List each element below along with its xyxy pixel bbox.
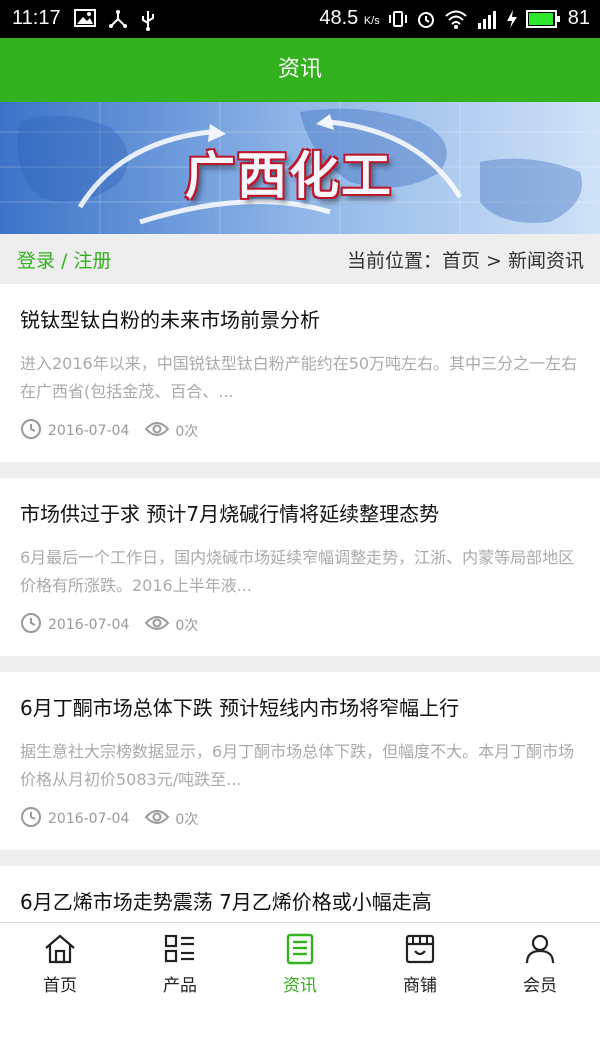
grid-list-icon <box>163 933 197 965</box>
tab-member[interactable]: 会员 <box>480 923 600 1001</box>
article-views: 0次 <box>175 812 199 828</box>
clock-icon <box>20 418 42 444</box>
image-icon <box>74 9 96 31</box>
page-title: 资讯 <box>0 38 600 102</box>
bottom-tab-bar: 首页 产品 资讯 商铺 会员 <box>0 922 600 1001</box>
breadcrumb-prefix: 当前位置： <box>346 250 442 272</box>
breadcrumb-current: 新闻资讯 <box>507 250 584 272</box>
article-card[interactable]: 锐钛型钛白粉的未来市场前景分析 进入2016年以来，中国锐钛型钛白粉产能约在50… <box>0 284 600 462</box>
article-title: 6月乙烯市场走势震荡 7月乙烯价格或小幅走高 <box>20 890 432 914</box>
battery-icon <box>525 9 560 28</box>
breadcrumb-arrow: > <box>479 250 508 272</box>
tab-news-label: 资讯 <box>283 976 317 996</box>
alarm-icon <box>416 9 436 29</box>
article-summary: 6月最后一个工作日，国内烧碱市场延续窄幅调整走势，江浙、内蒙等局部地区价格有所涨… <box>20 548 575 595</box>
article-date: 2016-07-04 <box>48 811 130 827</box>
article-summary: 进入2016年以来，中国锐钛型钛白粉产能约在50万吨左右。其中三分之一左右在广西… <box>20 354 578 401</box>
article-date: 2016-07-04 <box>48 617 130 633</box>
tab-products-label: 产品 <box>163 976 197 996</box>
person-icon <box>523 933 557 965</box>
wifi-icon <box>444 9 468 29</box>
tab-home-label: 首页 <box>43 976 77 996</box>
status-bar: 11:17 48.5 K/s 81 <box>0 0 600 38</box>
usb-icon <box>140 9 156 31</box>
tab-news[interactable]: 资讯 <box>240 923 360 1001</box>
login-link[interactable]: 登录 <box>17 250 55 272</box>
eye-icon <box>145 614 170 636</box>
net-speed: 48.5 <box>319 7 359 29</box>
tab-shop[interactable]: 商铺 <box>360 923 480 1001</box>
breadcrumb-home-link[interactable]: 首页 <box>442 250 480 272</box>
article-views: 0次 <box>175 618 199 634</box>
article-summary: 据生意社大宗榜数据显示，6月丁酮市场总体下跌，但幅度不大。本月丁酮市场价格从月初… <box>20 742 575 789</box>
register-link[interactable]: 注册 <box>74 250 112 272</box>
signal-icon <box>476 9 498 29</box>
article-date: 2016-07-04 <box>48 423 130 439</box>
tab-member-label: 会员 <box>523 976 557 996</box>
clock-icon <box>20 612 42 638</box>
tab-products[interactable]: 产品 <box>120 923 240 1001</box>
net-unit: K/s <box>363 15 380 27</box>
article-title: 锐钛型钛白粉的未来市场前景分析 <box>20 308 320 332</box>
article-title: 6月丁酮市场总体下跌 预计短线内市场将窄幅上行 <box>20 696 460 720</box>
battery-level: 81 <box>567 7 590 29</box>
shop-icon <box>403 933 437 965</box>
eye-icon <box>145 808 170 830</box>
location-bar: 登录 / 注册 当前位置：首页 > 新闻资讯 <box>0 234 600 282</box>
status-time: 11:17 <box>12 7 61 29</box>
breadcrumb: 当前位置：首页 > 新闻资讯 <box>347 246 584 273</box>
tab-home[interactable]: 首页 <box>0 923 120 1001</box>
eye-icon <box>145 420 170 442</box>
tab-shop-label: 商铺 <box>403 976 437 996</box>
article-card[interactable]: 6月丁酮市场总体下跌 预计短线内市场将窄幅上行 据生意社大宗榜数据显示，6月丁酮… <box>0 672 600 850</box>
login-separator: / <box>55 250 74 272</box>
charging-icon <box>506 9 518 29</box>
vibrate-icon <box>388 9 408 29</box>
home-icon <box>43 933 77 965</box>
banner[interactable]: 广西化工 <box>0 102 600 234</box>
clock-icon <box>20 806 42 832</box>
article-card[interactable]: 市场供过于求 预计7月烧碱行情将延续整理态势 6月最后一个工作日，国内烧碱市场延… <box>0 478 600 656</box>
banner-title: 广西化工 <box>185 146 393 205</box>
news-icon <box>283 933 317 965</box>
article-title: 市场供过于求 预计7月烧碱行情将延续整理态势 <box>20 502 440 526</box>
article-views: 0次 <box>175 424 199 440</box>
network-share-icon <box>108 9 128 31</box>
